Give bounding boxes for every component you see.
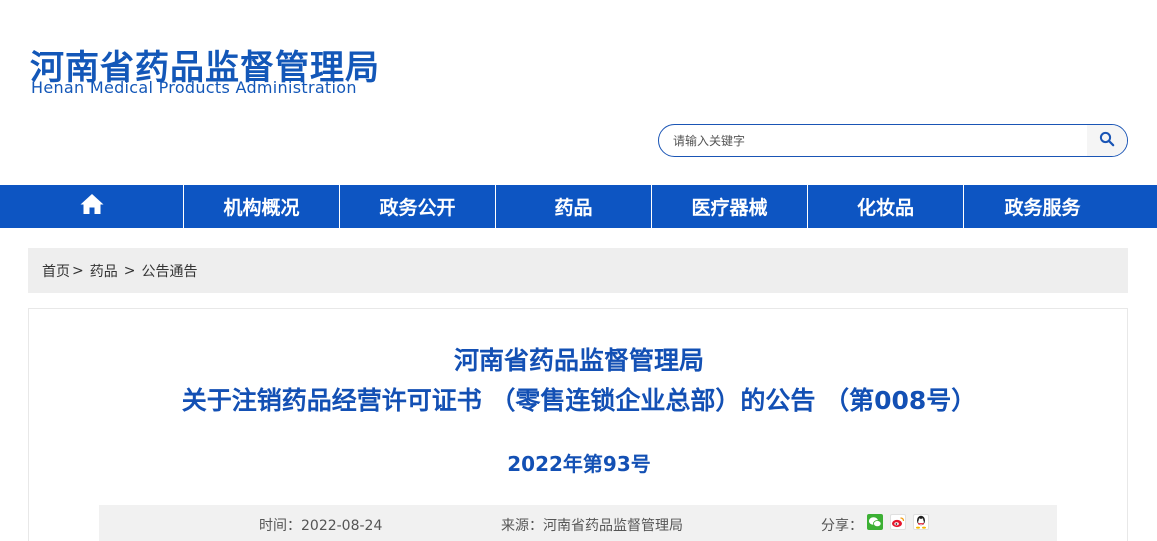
search-button[interactable] [1087, 125, 1127, 156]
nav-item-home[interactable] [0, 185, 184, 228]
nav-item-government-services[interactable]: 政务服务 [964, 185, 1121, 228]
article-publish-time: 时间：2022-08-24 [259, 518, 383, 534]
breadcrumb-drugs-link[interactable]: 药品 [90, 261, 118, 281]
main-nav: 机构概况 政务公开 药品 医疗器械 化妆品 政务服务 [0, 185, 1157, 228]
search-box [658, 124, 1128, 157]
nav-item-medical-devices[interactable]: 医疗器械 [652, 185, 808, 228]
article-source: 来源：河南省药品监督管理局 [501, 518, 683, 534]
article-doc-number: 2022年第93号 [507, 452, 651, 476]
article-title-line2: 关于注销药品经营许可证书 （零售连锁企业总部）的公告 （第008号） [181, 386, 977, 415]
home-icon [79, 192, 105, 221]
breadcrumb: 首页 > 药品 > 公告通告 [28, 248, 1128, 293]
share-label: 分享： [821, 518, 863, 534]
site-logo-subtitle[interactable]: Henan Medical Products Administration [31, 78, 357, 97]
site-header: 河南省药品监督管理局 Henan Medical Products Admini… [0, 0, 1157, 185]
article-meta-bar: 时间：2022-08-24 来源：河南省药品监督管理局 分享： [99, 505, 1057, 541]
breadcrumb-separator: > [123, 262, 136, 279]
breadcrumb-separator: > [72, 262, 84, 279]
wechat-icon[interactable] [867, 514, 883, 530]
nav-item-government-affairs[interactable]: 政务公开 [340, 185, 496, 228]
search-icon [1099, 131, 1115, 151]
qq-icon[interactable] [913, 514, 929, 530]
nav-item-drugs[interactable]: 药品 [496, 185, 652, 228]
breadcrumb-announcements-link[interactable]: 公告通告 [141, 261, 197, 281]
breadcrumb-home-link[interactable]: 首页 [42, 261, 70, 281]
article-title-line1: 河南省药品监督管理局 [453, 346, 704, 375]
article-container: 河南省药品监督管理局 关于注销药品经营许可证书 （零售连锁企业总部）的公告 （第… [28, 308, 1128, 541]
weibo-icon[interactable] [890, 514, 906, 530]
nav-item-cosmetics[interactable]: 化妆品 [808, 185, 964, 228]
search-input[interactable] [673, 125, 1083, 156]
share-icons [867, 514, 929, 530]
nav-item-organization[interactable]: 机构概况 [184, 185, 340, 228]
